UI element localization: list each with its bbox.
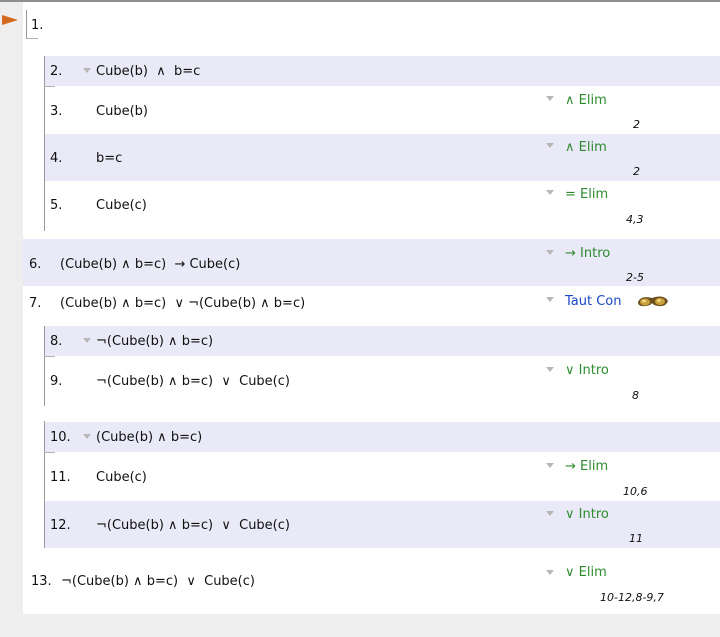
step-number: 2. — [50, 64, 63, 79]
proof-step-3[interactable]: 3. Cube(b) ∧ Elim 2 — [45, 87, 720, 134]
step-number: 10. — [50, 430, 71, 445]
proof-step-12[interactable]: 12. ¬(Cube(b) ∧ b=c) ∨ Cube(c) ∨ Intro 1… — [45, 501, 720, 548]
proof-step-1[interactable]: 1. — [26, 8, 720, 38]
proof-step-13[interactable]: 13. ¬(Cube(b) ∧ b=c) ∨ Cube(c) ∨ Elim 10… — [23, 560, 720, 608]
step-sentence[interactable]: ¬(Cube(b) ∧ b=c) ∨ Cube(c) — [61, 574, 255, 589]
proof-step-8[interactable]: 8. ¬(Cube(b) ∧ b=c) — [45, 326, 720, 356]
bottom-band — [0, 614, 720, 637]
proof-step-10[interactable]: 10. (Cube(b) ∧ b=c) — [45, 422, 720, 452]
step-sentence[interactable]: ¬(Cube(b) ∧ b=c) ∨ Cube(c) — [96, 374, 290, 389]
step-number: 1. — [31, 18, 44, 33]
support-citation: 4,3 — [626, 213, 644, 226]
step-sentence[interactable]: Cube(b) ∧ b=c — [96, 64, 200, 79]
step-number: 9. — [50, 374, 63, 389]
rule-menu-triangle-icon[interactable] — [546, 297, 554, 302]
proof-gutter — [0, 2, 23, 637]
rule-menu-triangle-icon[interactable] — [83, 434, 91, 439]
support-citation: 2 — [633, 118, 640, 131]
rule-menu-triangle-icon[interactable] — [546, 367, 554, 372]
step-sentence[interactable]: ¬(Cube(b) ∧ b=c) ∨ Cube(c) — [96, 518, 290, 533]
step-number: 7. — [29, 296, 42, 311]
step-sentence[interactable]: (Cube(b) ∧ b=c) ∨ ¬(Cube(b) ∧ b=c) — [60, 296, 305, 311]
rule-name[interactable]: → Intro — [565, 246, 610, 261]
step-number: 8. — [50, 334, 63, 349]
rule-menu-triangle-icon[interactable] — [546, 190, 554, 195]
step-sentence[interactable]: Cube(c) — [96, 198, 147, 213]
rule-menu-triangle-icon[interactable] — [546, 570, 554, 575]
rule-menu-triangle-icon[interactable] — [546, 511, 554, 516]
step-sentence[interactable]: b=c — [96, 151, 122, 166]
step-sentence[interactable]: Cube(c) — [96, 470, 147, 485]
rule-name[interactable]: ∧ Elim — [565, 93, 607, 108]
step-number: 12. — [50, 518, 71, 533]
rule-menu-triangle-icon[interactable] — [546, 96, 554, 101]
support-citation: 8 — [632, 389, 639, 402]
rule-name[interactable]: → Elim — [565, 459, 608, 474]
top-border — [0, 0, 720, 2]
step-number: 3. — [50, 104, 63, 119]
support-citation: 11 — [629, 532, 643, 545]
step-number: 5. — [50, 198, 63, 213]
step-sentence[interactable]: (Cube(b) ∧ b=c) — [96, 430, 202, 445]
rule-name[interactable]: ∨ Intro — [565, 363, 609, 378]
step-sentence[interactable]: ¬(Cube(b) ∧ b=c) — [96, 334, 213, 349]
focus-arrow-icon — [2, 15, 18, 25]
premise-line — [26, 38, 38, 39]
support-citation: 10,6 — [623, 485, 648, 498]
rule-name[interactable]: ∧ Elim — [565, 140, 607, 155]
rule-name[interactable]: = Elim — [565, 187, 608, 202]
step-sentence[interactable]: (Cube(b) ∧ b=c) → Cube(c) — [60, 257, 240, 272]
proof-step-7[interactable]: 7. (Cube(b) ∧ b=c) ∨ ¬(Cube(b) ∧ b=c) Ta… — [23, 287, 720, 319]
step-number: 4. — [50, 151, 63, 166]
rule-name[interactable]: Taut Con — [565, 294, 622, 309]
proof-step-2[interactable]: 2. Cube(b) ∧ b=c — [45, 56, 720, 86]
rule-menu-triangle-icon[interactable] — [83, 68, 91, 73]
rule-menu-triangle-icon[interactable] — [83, 338, 91, 343]
support-citation: 2 — [633, 165, 640, 178]
goggles-icon[interactable] — [636, 293, 670, 309]
proof-step-5[interactable]: 5. Cube(c) = Elim 4,3 — [45, 181, 720, 229]
rule-menu-triangle-icon[interactable] — [546, 143, 554, 148]
step-number: 6. — [29, 257, 42, 272]
proof-step-9[interactable]: 9. ¬(Cube(b) ∧ b=c) ∨ Cube(c) ∨ Intro 8 — [45, 357, 720, 405]
rule-name[interactable]: ∨ Intro — [565, 507, 609, 522]
rule-name[interactable]: ∨ Elim — [565, 565, 607, 580]
support-citation: 10-12,8-9,7 — [600, 591, 664, 604]
proof-step-11[interactable]: 11. Cube(c) → Elim 10,6 — [45, 453, 720, 500]
step-sentence[interactable]: Cube(b) — [96, 104, 148, 119]
step-number: 13. — [31, 574, 52, 589]
support-citation: 2-5 — [626, 271, 644, 284]
rule-menu-triangle-icon[interactable] — [546, 463, 554, 468]
rule-menu-triangle-icon[interactable] — [546, 250, 554, 255]
proof-step-4[interactable]: 4. b=c ∧ Elim 2 — [45, 134, 720, 181]
proof-step-6[interactable]: 6. (Cube(b) ∧ b=c) → Cube(c) → Intro 2-5 — [23, 239, 720, 286]
step-number: 11. — [50, 470, 71, 485]
